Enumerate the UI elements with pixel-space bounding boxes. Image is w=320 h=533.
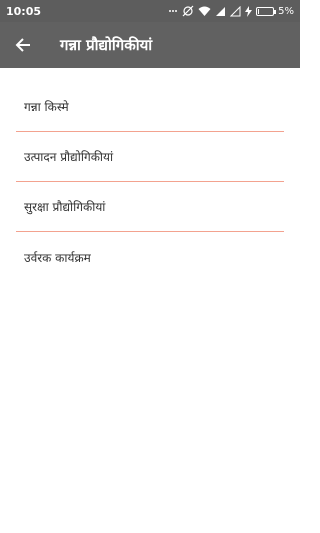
sync-off-icon xyxy=(182,5,194,17)
list-item-protection-technologies[interactable]: सुरक्षा प्रौद्योगिकीयां xyxy=(16,182,284,232)
status-icons: 5% xyxy=(168,5,294,17)
page-title: गन्ना प्रौद्योगिकीयां xyxy=(60,36,153,54)
app-bar: गन्ना प्रौद्योगिकीयां xyxy=(0,22,300,68)
menu-list: गन्ना किस्मे उत्पादन प्रौद्योगिकीयां सुर… xyxy=(16,82,284,282)
battery-icon xyxy=(256,6,277,16)
no-sim-icon xyxy=(230,5,241,17)
list-item-fertilizer-program[interactable]: उर्वरक कार्यक्रम xyxy=(16,232,284,282)
status-bar: 10:05 5% xyxy=(0,0,300,22)
wifi-icon xyxy=(198,6,211,17)
signal-icon xyxy=(215,6,226,17)
list-item-label: सुरक्षा प्रौद्योगिकीयां xyxy=(24,200,106,214)
charging-icon xyxy=(245,5,253,17)
list-item-label: गन्ना किस्मे xyxy=(24,100,69,114)
back-button[interactable] xyxy=(0,22,46,68)
list-item-sugarcane-varieties[interactable]: गन्ना किस्मे xyxy=(16,82,284,132)
arrow-back-icon xyxy=(15,38,30,52)
list-item-label: उत्पादन प्रौद्योगिकीयां xyxy=(24,150,114,164)
list-item-production-technologies[interactable]: उत्पादन प्रौद्योगिकीयां xyxy=(16,132,284,182)
battery-percent: 5% xyxy=(278,5,294,17)
dots-icon xyxy=(168,6,178,16)
status-time: 10:05 xyxy=(6,4,42,18)
list-item-label: उर्वरक कार्यक्रम xyxy=(24,250,91,265)
